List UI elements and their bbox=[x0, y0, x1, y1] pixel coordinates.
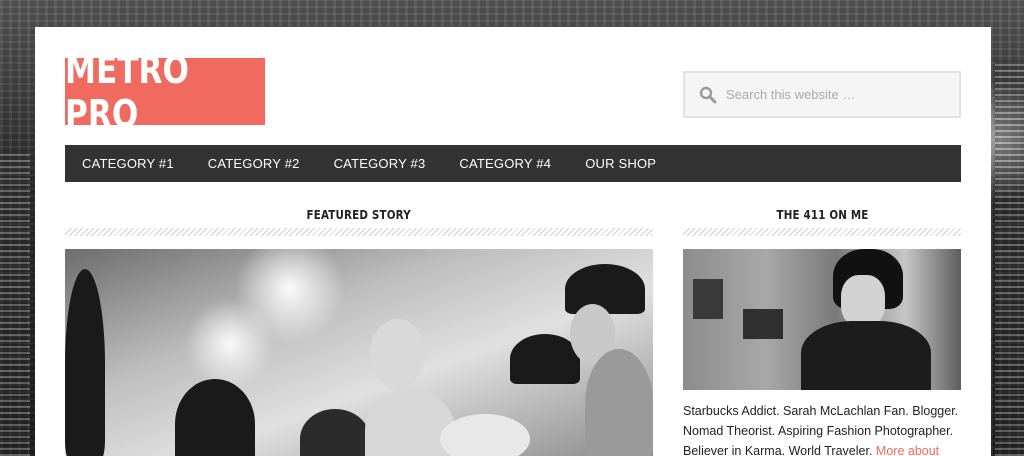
search-icon bbox=[699, 86, 717, 104]
section-divider bbox=[65, 228, 653, 236]
nav-item-category-3[interactable]: CATEGORY #3 bbox=[317, 145, 443, 182]
featured-story-image[interactable] bbox=[65, 249, 653, 456]
primary-nav: CATEGORY #1 CATEGORY #2 CATEGORY #3 CATE… bbox=[65, 145, 961, 182]
search-input[interactable] bbox=[726, 87, 946, 102]
about-me-photo bbox=[683, 249, 961, 390]
search-form bbox=[683, 71, 961, 118]
section-divider bbox=[683, 228, 961, 236]
about-me-text: Starbucks Addict. Sarah McLachlan Fan. B… bbox=[683, 404, 959, 456]
nav-item-category-4[interactable]: CATEGORY #4 bbox=[442, 145, 568, 182]
page-container: METRO PRO CATEGORY #1 CATEGORY #2 CATEGO… bbox=[35, 27, 991, 456]
nav-item-category-1[interactable]: CATEGORY #1 bbox=[65, 145, 191, 182]
site-logo[interactable]: METRO PRO bbox=[65, 48, 266, 136]
more-about-link[interactable]: More about bbox=[876, 444, 939, 456]
nav-item-category-2[interactable]: CATEGORY #2 bbox=[191, 145, 317, 182]
site-title: METRO PRO bbox=[65, 47, 190, 136]
nav-item-our-shop[interactable]: OUR SHOP bbox=[568, 145, 673, 182]
